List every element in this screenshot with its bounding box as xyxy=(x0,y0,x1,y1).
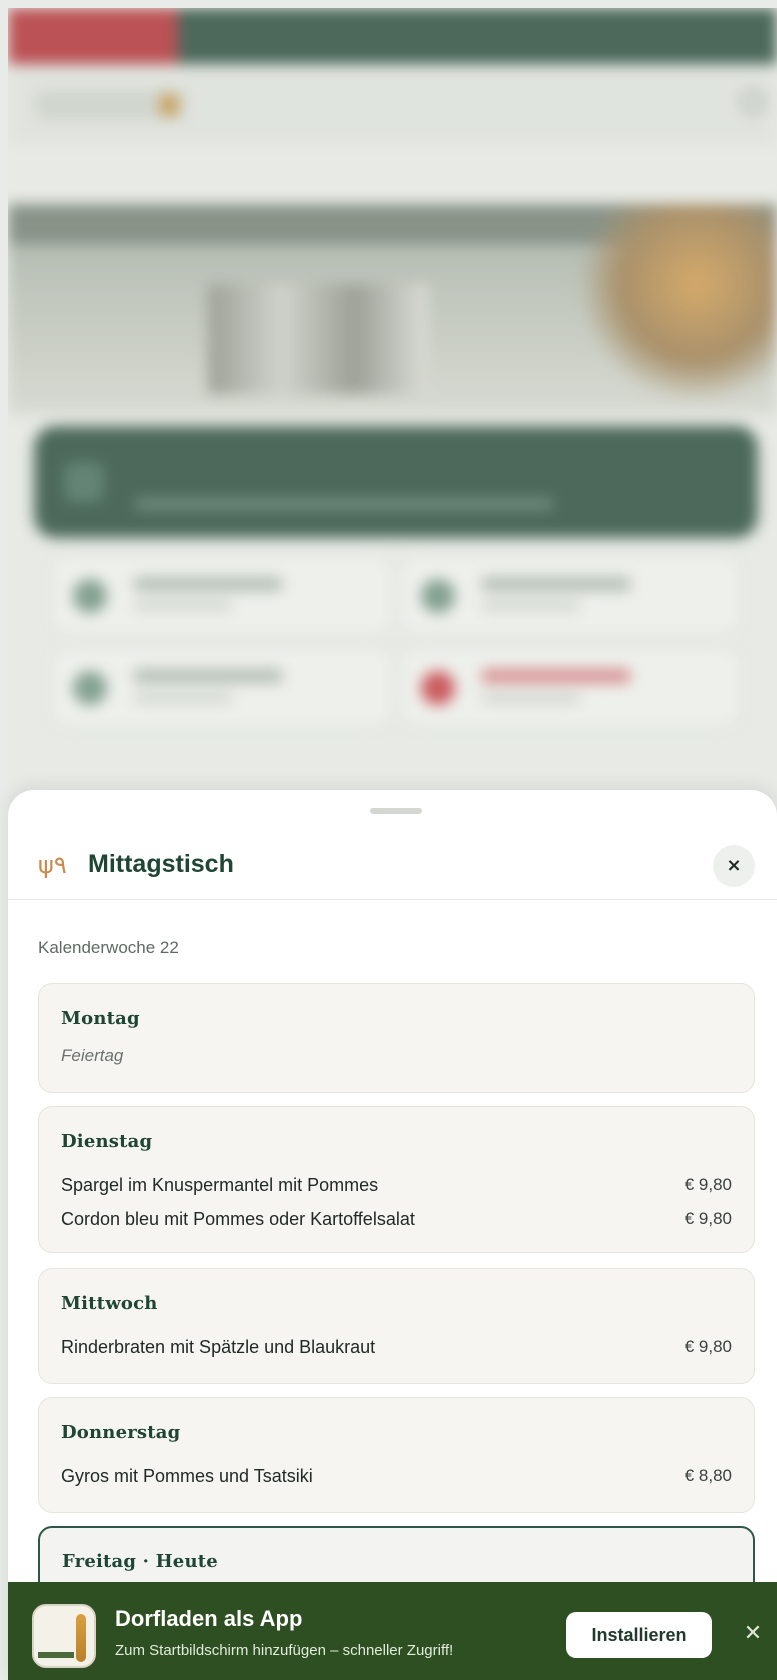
backdrop-overlay[interactable] xyxy=(8,8,777,828)
dish-price: € 8,80 xyxy=(684,1466,732,1485)
dish-row: Rinderbraten mit Spätzle und Blaukraut €… xyxy=(61,1337,732,1361)
dish-name: Spargel im Knuspermantel mit Pommes xyxy=(61,1175,379,1195)
sheet-header: ψ٩ Mittagstisch × xyxy=(8,830,777,900)
week-label: Kalenderwoche 22 xyxy=(38,938,179,957)
dish-row: Spargel im Knuspermantel mit Pommes € 9,… xyxy=(61,1175,732,1199)
background-page xyxy=(8,8,777,828)
dish-price: € 9,80 xyxy=(684,1209,732,1228)
sheet-drag-handle[interactable] xyxy=(370,808,422,814)
dish-row: Gyros mit Pommes und Tsatsiki € 8,80 xyxy=(61,1466,732,1490)
close-banner-icon[interactable]: ✕ xyxy=(738,1616,768,1650)
banner-title: Dorfladen als App xyxy=(115,1606,303,1631)
day-card-montag: Montag Feiertag xyxy=(38,983,755,1093)
app-logo-icon xyxy=(32,1604,96,1668)
close-sheet-button[interactable]: × xyxy=(713,845,755,887)
dish-price: € 9,80 xyxy=(684,1337,732,1356)
install-button[interactable]: Installieren xyxy=(566,1612,712,1658)
dish-row: Cordon bleu mit Pommes oder Kartoffelsal… xyxy=(61,1209,732,1233)
day-card-dienstag: Dienstag Spargel im Knuspermantel mit Po… xyxy=(38,1106,755,1253)
day-note: Feiertag xyxy=(61,1046,124,1065)
day-name: Freitag · Heute xyxy=(62,1551,218,1572)
fork-knife-icon: ψ٩ xyxy=(38,851,67,879)
dish-price: € 9,80 xyxy=(684,1175,732,1194)
sheet-title: Mittagstisch xyxy=(88,850,234,878)
install-app-banner: Dorfladen als App Zum Startbildschirm hi… xyxy=(8,1582,777,1680)
dish-name: Gyros mit Pommes und Tsatsiki xyxy=(61,1466,313,1486)
day-card-mittwoch: Mittwoch Rinderbraten mit Spätzle und Bl… xyxy=(38,1268,755,1384)
day-name: Donnerstag xyxy=(61,1422,181,1443)
mittagstisch-sheet: ψ٩ Mittagstisch × Kalenderwoche 22 Monta… xyxy=(8,790,777,1680)
day-name: Dienstag xyxy=(61,1131,153,1152)
day-name: Mittwoch xyxy=(61,1293,158,1314)
dish-name: Cordon bleu mit Pommes oder Kartoffelsal… xyxy=(61,1209,415,1229)
day-name: Montag xyxy=(61,1008,140,1029)
dish-name: Rinderbraten mit Spätzle und Blaukraut xyxy=(61,1337,376,1357)
day-card-donnerstag: Donnerstag Gyros mit Pommes und Tsatsiki… xyxy=(38,1397,755,1513)
banner-subtitle: Zum Startbildschirm hinzufügen – schnell… xyxy=(115,1642,454,1659)
